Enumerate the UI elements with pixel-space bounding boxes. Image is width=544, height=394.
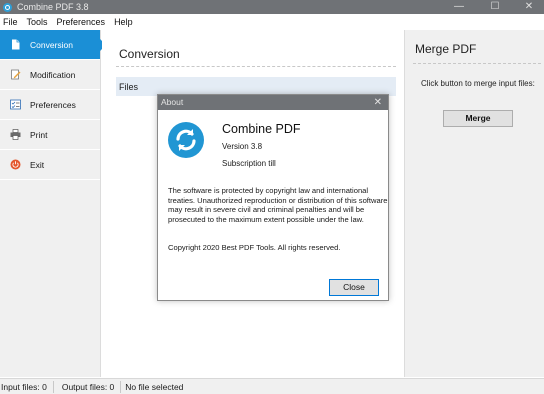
sidebar-item-print[interactable]: Print (0, 120, 100, 150)
menu-preferences[interactable]: Preferences (57, 17, 106, 27)
sidebar-item-label: Exit (30, 159, 45, 170)
selection-status: No file selected (125, 381, 184, 392)
dialog-close-icon[interactable]: ✕ (374, 95, 382, 110)
divider (413, 63, 541, 64)
title-bar[interactable]: Combine PDF 3.8 — ☐ ✕ (0, 0, 544, 14)
maximize-button[interactable]: ☐ (480, 0, 510, 14)
sidebar-item-label: Conversion (30, 39, 73, 50)
page-title: Conversion (119, 47, 180, 61)
version-text: Version 3.8 (222, 142, 263, 151)
checklist-icon (10, 99, 21, 110)
dialog-title-bar[interactable]: About ✕ (158, 95, 388, 110)
divider (116, 66, 396, 67)
merge-button[interactable]: Merge (443, 110, 513, 127)
sidebar-item-modification[interactable]: Modification (0, 60, 100, 90)
menu-bar: File Tools Preferences Help (0, 14, 544, 30)
dialog-title: About (161, 97, 184, 107)
sidebar-item-label: Modification (30, 69, 76, 80)
document-icon (10, 39, 21, 50)
app-logo-icon (168, 122, 204, 158)
sidebar-item-label: Preferences (30, 99, 76, 110)
sidebar-item-conversion[interactable]: Conversion (0, 30, 106, 60)
window-title: Combine PDF 3.8 (17, 2, 89, 12)
status-bar: Input files: 0 Output files: 0 No file s… (0, 378, 544, 394)
legal-notice: The software is protected by copyright l… (168, 186, 388, 224)
edit-document-icon (10, 69, 21, 80)
app-logo-icon (3, 2, 12, 12)
app-name: Combine PDF (222, 122, 301, 136)
subscription-text: Subscription till (222, 159, 276, 168)
printer-icon (10, 129, 21, 140)
sidebar-item-label: Print (30, 129, 48, 140)
merge-panel: Merge PDF Click button to merge input fi… (404, 30, 544, 377)
sidebar: Conversion Modification Preferences Prin… (0, 30, 106, 377)
copyright-text: Copyright 2020 Best PDF Tools. All right… (168, 243, 341, 252)
input-files-count: Input files: 0 (0, 380, 54, 393)
files-label: Files (119, 81, 139, 92)
minimize-button[interactable]: — (444, 0, 474, 14)
merge-hint: Click button to merge input files: (421, 79, 535, 88)
sidebar-item-exit[interactable]: Exit (0, 150, 100, 180)
sidebar-item-preferences[interactable]: Preferences (0, 90, 100, 120)
merge-panel-title: Merge PDF (415, 42, 477, 56)
close-window-button[interactable]: ✕ (514, 0, 544, 14)
about-dialog: About ✕ Combine PDF Version 3.8 Subscrip… (157, 94, 389, 301)
power-icon (10, 159, 21, 170)
output-files-count: Output files: 0 (54, 380, 122, 393)
menu-file[interactable]: File (3, 17, 18, 27)
menu-tools[interactable]: Tools (27, 17, 48, 27)
close-button[interactable]: Close (329, 279, 379, 296)
menu-help[interactable]: Help (114, 17, 133, 27)
